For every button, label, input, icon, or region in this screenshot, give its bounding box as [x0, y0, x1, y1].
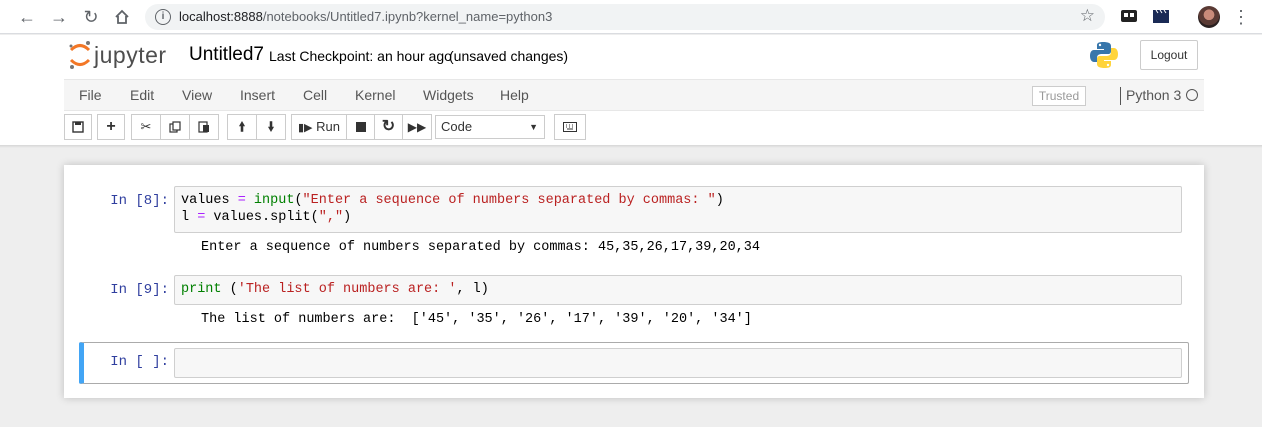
- code-token: =: [189, 210, 214, 225]
- cell-type-select[interactable]: Code ▼: [435, 115, 545, 139]
- python-logo-icon: [1089, 40, 1119, 70]
- back-icon[interactable]: ←: [16, 6, 38, 28]
- interrupt-button[interactable]: [346, 114, 375, 140]
- kernel-name: Python 3: [1126, 87, 1182, 103]
- code-line: print ('The list of numbers are: ', l): [181, 281, 1175, 298]
- extension-icon[interactable]: [1120, 7, 1140, 27]
- autosave-status: (unsaved changes): [449, 48, 569, 64]
- code-token: ): [715, 193, 724, 208]
- forward-icon[interactable]: →: [48, 6, 70, 28]
- code-token: values: [181, 193, 230, 208]
- paste-button[interactable]: [189, 114, 219, 140]
- menu-bar: File Edit View Insert Cell Kernel Widget…: [64, 79, 1204, 111]
- copy-icon: [169, 121, 181, 133]
- menu-view[interactable]: View: [182, 87, 212, 103]
- cell-prompt: In [8]:: [110, 193, 169, 209]
- code-token: values.split(: [213, 210, 319, 225]
- code-token: (: [221, 282, 238, 297]
- copy-button[interactable]: [160, 114, 190, 140]
- cut-button[interactable]: ✂: [131, 114, 161, 140]
- paste-icon: [198, 121, 209, 133]
- cell-prompt: In [9]:: [110, 282, 169, 298]
- move-down-button[interactable]: 🠛: [256, 114, 286, 140]
- cell-output: The list of numbers are: ['45', '35', '2…: [201, 312, 752, 327]
- address-bar[interactable]: i localhost:8888/notebooks/Untitled7.ipy…: [145, 4, 1105, 30]
- url-host: localhost:8888: [179, 9, 263, 24]
- code-token: l: [181, 210, 190, 225]
- kernel-divider: [1120, 87, 1121, 105]
- menu-widgets[interactable]: Widgets: [423, 87, 474, 103]
- save-icon: [72, 121, 84, 133]
- chevron-down-icon: ▼: [529, 122, 538, 132]
- logout-button[interactable]: Logout: [1140, 40, 1198, 70]
- code-cell-input[interactable]: print ('The list of numbers are: ', l): [174, 275, 1182, 305]
- code-token: input: [253, 193, 295, 208]
- info-icon[interactable]: i: [155, 9, 171, 25]
- kernel-idle-icon: [1186, 89, 1198, 101]
- menu-insert[interactable]: Insert: [240, 87, 275, 103]
- avatar[interactable]: [1198, 6, 1220, 28]
- trusted-indicator[interactable]: Trusted: [1032, 86, 1086, 106]
- menu-kernel[interactable]: Kernel: [355, 87, 395, 103]
- code-token: (: [294, 193, 303, 208]
- code-token: =: [229, 193, 254, 208]
- keyboard-icon: [563, 122, 577, 132]
- url-text: localhost:8888/notebooks/Untitled7.ipynb…: [179, 9, 552, 24]
- restart-run-all-button[interactable]: ▶▶: [402, 114, 432, 140]
- code-line: values = input("Enter a sequence of numb…: [181, 192, 1175, 209]
- header-shadow: [0, 145, 1262, 148]
- clapper-extension-icon[interactable]: [1152, 7, 1172, 27]
- save-button[interactable]: [64, 114, 92, 140]
- more-menu-icon[interactable]: ⋮: [1230, 6, 1252, 28]
- checkpoint-status: Last Checkpoint: an hour ago: [269, 48, 452, 64]
- home-icon[interactable]: [111, 6, 133, 28]
- restart-button[interactable]: ↻: [374, 114, 403, 140]
- jupyter-logo-text: jupyter: [94, 42, 167, 68]
- jupyter-logo-icon: [69, 41, 91, 69]
- reload-icon[interactable]: ↻: [80, 6, 102, 28]
- bookmark-star-icon[interactable]: ☆: [1080, 6, 1095, 26]
- menu-help[interactable]: Help: [500, 87, 529, 103]
- cell-prompt: In [ ]:: [110, 354, 169, 370]
- code-token: 'The list of numbers are: ': [237, 282, 457, 297]
- menu-edit[interactable]: Edit: [130, 87, 154, 103]
- browser-toolbar: ← → ↻ i localhost:8888/notebooks/Untitle…: [0, 0, 1262, 34]
- code-line: l = values.split(","): [181, 209, 1175, 226]
- cell-output: Enter a sequence of numbers separated by…: [201, 240, 760, 255]
- run-label: Run: [316, 119, 340, 134]
- jupyter-logo[interactable]: jupyter: [68, 40, 178, 70]
- notebook-header: jupyter Untitled7 Last Checkpoint: an ho…: [0, 35, 1262, 145]
- run-button[interactable]: ▮▶ Run: [291, 114, 347, 140]
- run-icon: ▮▶: [298, 122, 313, 134]
- code-cell-input[interactable]: values = input("Enter a sequence of numb…: [174, 186, 1182, 233]
- move-up-button[interactable]: 🠙: [227, 114, 257, 140]
- insert-cell-button[interactable]: +: [97, 114, 125, 140]
- code-token: , l): [456, 282, 489, 297]
- code-token: ): [343, 210, 352, 225]
- code-token: "Enter a sequence of numbers separated b…: [302, 193, 716, 208]
- notebook-name[interactable]: Untitled7: [189, 44, 264, 66]
- menu-file[interactable]: File: [79, 87, 102, 103]
- code-token: print: [181, 282, 222, 297]
- code-token: ",": [318, 210, 344, 225]
- url-path: /notebooks/Untitled7.ipynb?kernel_name=p…: [262, 9, 553, 24]
- command-palette-button[interactable]: [554, 114, 586, 140]
- menu-cell[interactable]: Cell: [303, 87, 327, 103]
- notebook-container: In [8]: values = input("Enter a sequence…: [64, 165, 1204, 398]
- stop-icon: [355, 122, 366, 132]
- cell-type-value: Code: [441, 119, 473, 134]
- code-cell-input[interactable]: [174, 348, 1182, 378]
